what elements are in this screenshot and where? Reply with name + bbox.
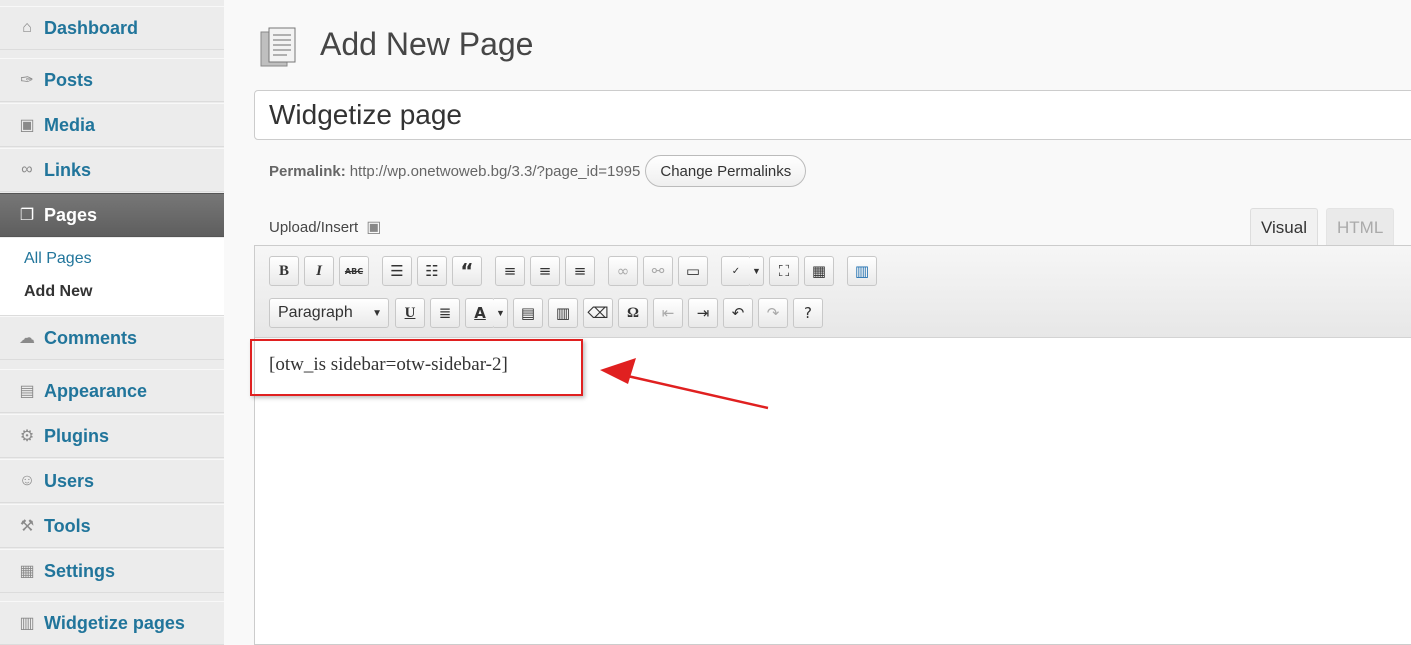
menu-item-media[interactable]: ▣ Media (0, 103, 224, 147)
annotation-arrow-icon (600, 358, 769, 410)
menu-item-plugins[interactable]: ⚙ Plugins (0, 414, 224, 458)
title-input[interactable]: Widgetize page (254, 90, 1411, 140)
format-select-value: Paragraph (278, 304, 353, 321)
widgetize-icon[interactable]: ▥ (847, 256, 877, 286)
menu-item-pages[interactable]: ❐ Pages (0, 193, 238, 238)
menu-label: Tools (44, 515, 91, 536)
underline-button[interactable]: U (395, 298, 425, 328)
bullet-list-icon[interactable]: ☰ (382, 256, 412, 286)
numbered-list-icon[interactable]: ☷ (417, 256, 447, 286)
editor-content[interactable]: [otw_is sidebar=otw-sidebar-2] (269, 354, 508, 376)
editor: B I ABC ☰ ☷ “ ≡ ≡ ≡ ∞ ⚯ ▭ ✓ ▼ ⛶ ▦ ▥ Para… (254, 245, 1411, 645)
admin-sidebar: ⌂ Dashboard ✑ Posts ▣ Media ∞ Links ❐ Pa… (0, 0, 238, 645)
spellcheck-dropdown-icon[interactable]: ▼ (750, 256, 764, 286)
add-media-icon[interactable]: ▣ (366, 217, 381, 237)
menu-label: Media (44, 114, 96, 135)
media-icon: ▣ (19, 117, 35, 134)
undo-icon[interactable]: ↶ (723, 298, 753, 328)
tab-html[interactable]: HTML (1326, 208, 1395, 246)
menu-label: Appearance (44, 380, 148, 401)
chevron-down-icon: ▼ (372, 307, 382, 319)
editor-toolbar: B I ABC ☰ ☷ “ ≡ ≡ ≡ ∞ ⚯ ▭ ✓ ▼ ⛶ ▦ ▥ Para… (255, 246, 1411, 338)
comment-icon: ☁ (19, 330, 35, 347)
menu-label: Dashboard (44, 17, 139, 38)
special-char-button[interactable]: Ω (618, 298, 648, 328)
home-icon: ⌂ (22, 19, 32, 36)
align-left-icon[interactable]: ≡ (495, 256, 525, 286)
format-select[interactable]: Paragraph ▼ (269, 298, 389, 328)
indent-icon[interactable]: ⇥ (688, 298, 718, 328)
users-icon: ☺ (18, 472, 36, 489)
align-center-icon[interactable]: ≡ (530, 256, 560, 286)
menu-label: Widgetize pages (44, 612, 185, 633)
permalink-row: Permalink: http://wp.onetwoweb.bg/3.3/?p… (269, 155, 807, 187)
menu-label: Comments (44, 327, 138, 348)
plugin-icon: ⚙ (19, 428, 35, 445)
fullscreen-icon[interactable]: ⛶ (769, 256, 799, 286)
appearance-icon: ▤ (19, 383, 35, 400)
menu-label: Posts (44, 69, 94, 90)
permalink-label: Permalink: (269, 162, 346, 180)
upload-insert-label: Upload/Insert (269, 218, 359, 236)
menu-label: Pages (44, 204, 98, 225)
change-permalinks-button[interactable]: Change Permalinks (645, 155, 807, 187)
more-tag-icon[interactable]: ▭ (678, 256, 708, 286)
link-icon: ∞ (21, 161, 33, 178)
menu-item-widgetize-pages[interactable]: ▥ Widgetize pages (0, 601, 224, 645)
menu-label: Plugins (44, 425, 110, 446)
outdent-icon[interactable]: ⇤ (653, 298, 683, 328)
widgetize-icon: ▥ (19, 615, 35, 632)
pushpin-icon: ✑ (20, 72, 34, 89)
eraser-icon[interactable]: ⌫ (583, 298, 613, 328)
menu-item-users[interactable]: ☺ Users (0, 459, 224, 503)
kitchen-sink-icon[interactable]: ▦ (804, 256, 834, 286)
redo-icon[interactable]: ↷ (758, 298, 788, 328)
toolbar-row-1: B I ABC ☰ ☷ “ ≡ ≡ ≡ ∞ ⚯ ▭ ✓ ▼ ⛶ ▦ ▥ (269, 256, 882, 286)
settings-icon: ▦ (19, 563, 35, 580)
menu-label: Settings (44, 560, 116, 581)
menu-label: Links (44, 159, 92, 180)
menu-item-dashboard[interactable]: ⌂ Dashboard (0, 6, 224, 50)
italic-button[interactable]: I (304, 256, 334, 286)
main-content: Add New Page Widgetize page Permalink: h… (224, 0, 1411, 645)
submenu-all-pages[interactable]: All Pages (24, 250, 224, 283)
page-header-icon (260, 27, 296, 67)
menu-item-appearance[interactable]: ▤ Appearance (0, 369, 224, 413)
permalink-url[interactable]: http://wp.onetwoweb.bg/3.3/?page_id=1995 (350, 163, 641, 180)
paste-text-icon[interactable]: ▤ (513, 298, 543, 328)
menu-item-posts[interactable]: ✑ Posts (0, 58, 224, 102)
upload-insert: Upload/Insert ▣ (269, 217, 381, 237)
toolbar-row-2: Paragraph ▼ U ≣ A ▼ ▤ ▥ ⌫ Ω ⇤ ⇥ ↶ ↷ ? (269, 298, 828, 328)
justify-icon[interactable]: ≣ (430, 298, 460, 328)
menu-label: Users (44, 470, 95, 491)
submenu-add-new[interactable]: Add New (24, 283, 224, 316)
blockquote-button[interactable]: “ (452, 256, 482, 286)
spellcheck-icon[interactable]: ✓ (721, 256, 751, 286)
menu-item-tools[interactable]: ⚒ Tools (0, 504, 224, 548)
help-icon[interactable]: ? (793, 298, 823, 328)
pages-icon: ❐ (19, 207, 35, 224)
text-color-button[interactable]: A (465, 298, 495, 328)
link-icon[interactable]: ∞ (608, 256, 638, 286)
tools-icon: ⚒ (19, 518, 35, 535)
bold-button[interactable]: B (269, 256, 299, 286)
strikethrough-button[interactable]: ABC (339, 256, 369, 286)
menu-item-settings[interactable]: ▦ Settings (0, 549, 224, 593)
menu-item-comments[interactable]: ☁ Comments (0, 316, 224, 360)
page-title: Add New Page (320, 26, 534, 62)
paste-word-icon[interactable]: ▥ (548, 298, 578, 328)
menu-item-links[interactable]: ∞ Links (0, 148, 224, 192)
unlink-icon[interactable]: ⚯ (643, 256, 673, 286)
tab-visual[interactable]: Visual (1250, 208, 1318, 246)
text-color-dropdown-icon[interactable]: ▼ (494, 298, 508, 328)
pages-submenu: All Pages Add New (0, 238, 224, 316)
align-right-icon[interactable]: ≡ (565, 256, 595, 286)
